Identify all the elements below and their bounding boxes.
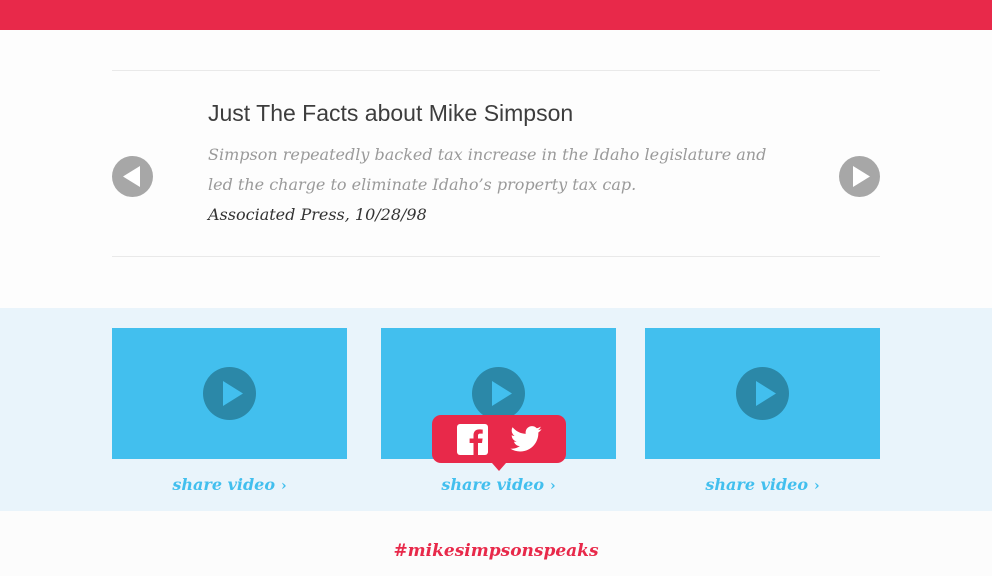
share-video-link[interactable]: share video › — [645, 475, 880, 494]
fact-title: Just The Facts about Mike Simpson — [208, 100, 574, 126]
chevron-right-icon: › — [281, 478, 287, 494]
popup-pointer — [492, 463, 506, 471]
previous-fact-button[interactable] — [112, 156, 153, 197]
hashtag-link[interactable]: #mikesimpsonspeaks — [0, 541, 992, 561]
share-video-link[interactable]: share video › — [112, 475, 347, 494]
video-thumbnail[interactable] — [112, 328, 347, 459]
fact-quote: Simpson repeatedly backed tax increase i… — [208, 145, 767, 194]
chevron-right-icon: › — [550, 478, 556, 494]
facts-carousel: Just The Facts about Mike Simpson Simpso… — [0, 30, 992, 308]
twitter-share-button[interactable] — [509, 426, 542, 452]
triangle-right-icon — [853, 166, 870, 187]
twitter-icon — [509, 426, 542, 452]
video-card: share video › — [645, 328, 880, 494]
chevron-right-icon: › — [814, 478, 820, 494]
triangle-left-icon — [123, 166, 140, 187]
play-icon — [736, 367, 789, 420]
share-video-label: share video — [172, 475, 275, 494]
video-card: share video › — [112, 328, 347, 494]
facebook-share-button[interactable] — [456, 423, 488, 455]
play-icon — [472, 367, 525, 420]
share-video-label: share video — [705, 475, 808, 494]
share-video-link[interactable]: share video › — [381, 475, 616, 494]
divider-bottom — [112, 256, 880, 257]
top-banner — [0, 0, 992, 30]
share-popup — [432, 415, 566, 471]
next-fact-button[interactable] — [839, 156, 880, 197]
video-thumbnail[interactable] — [645, 328, 880, 459]
fact-source: Associated Press, 10/28/98 — [208, 205, 427, 224]
share-video-label: share video — [441, 475, 544, 494]
play-icon — [203, 367, 256, 420]
video-card: share video › — [381, 328, 616, 494]
facebook-icon — [456, 423, 488, 455]
divider-top — [112, 70, 880, 71]
videos-section: share video › share video › share video … — [0, 308, 992, 511]
